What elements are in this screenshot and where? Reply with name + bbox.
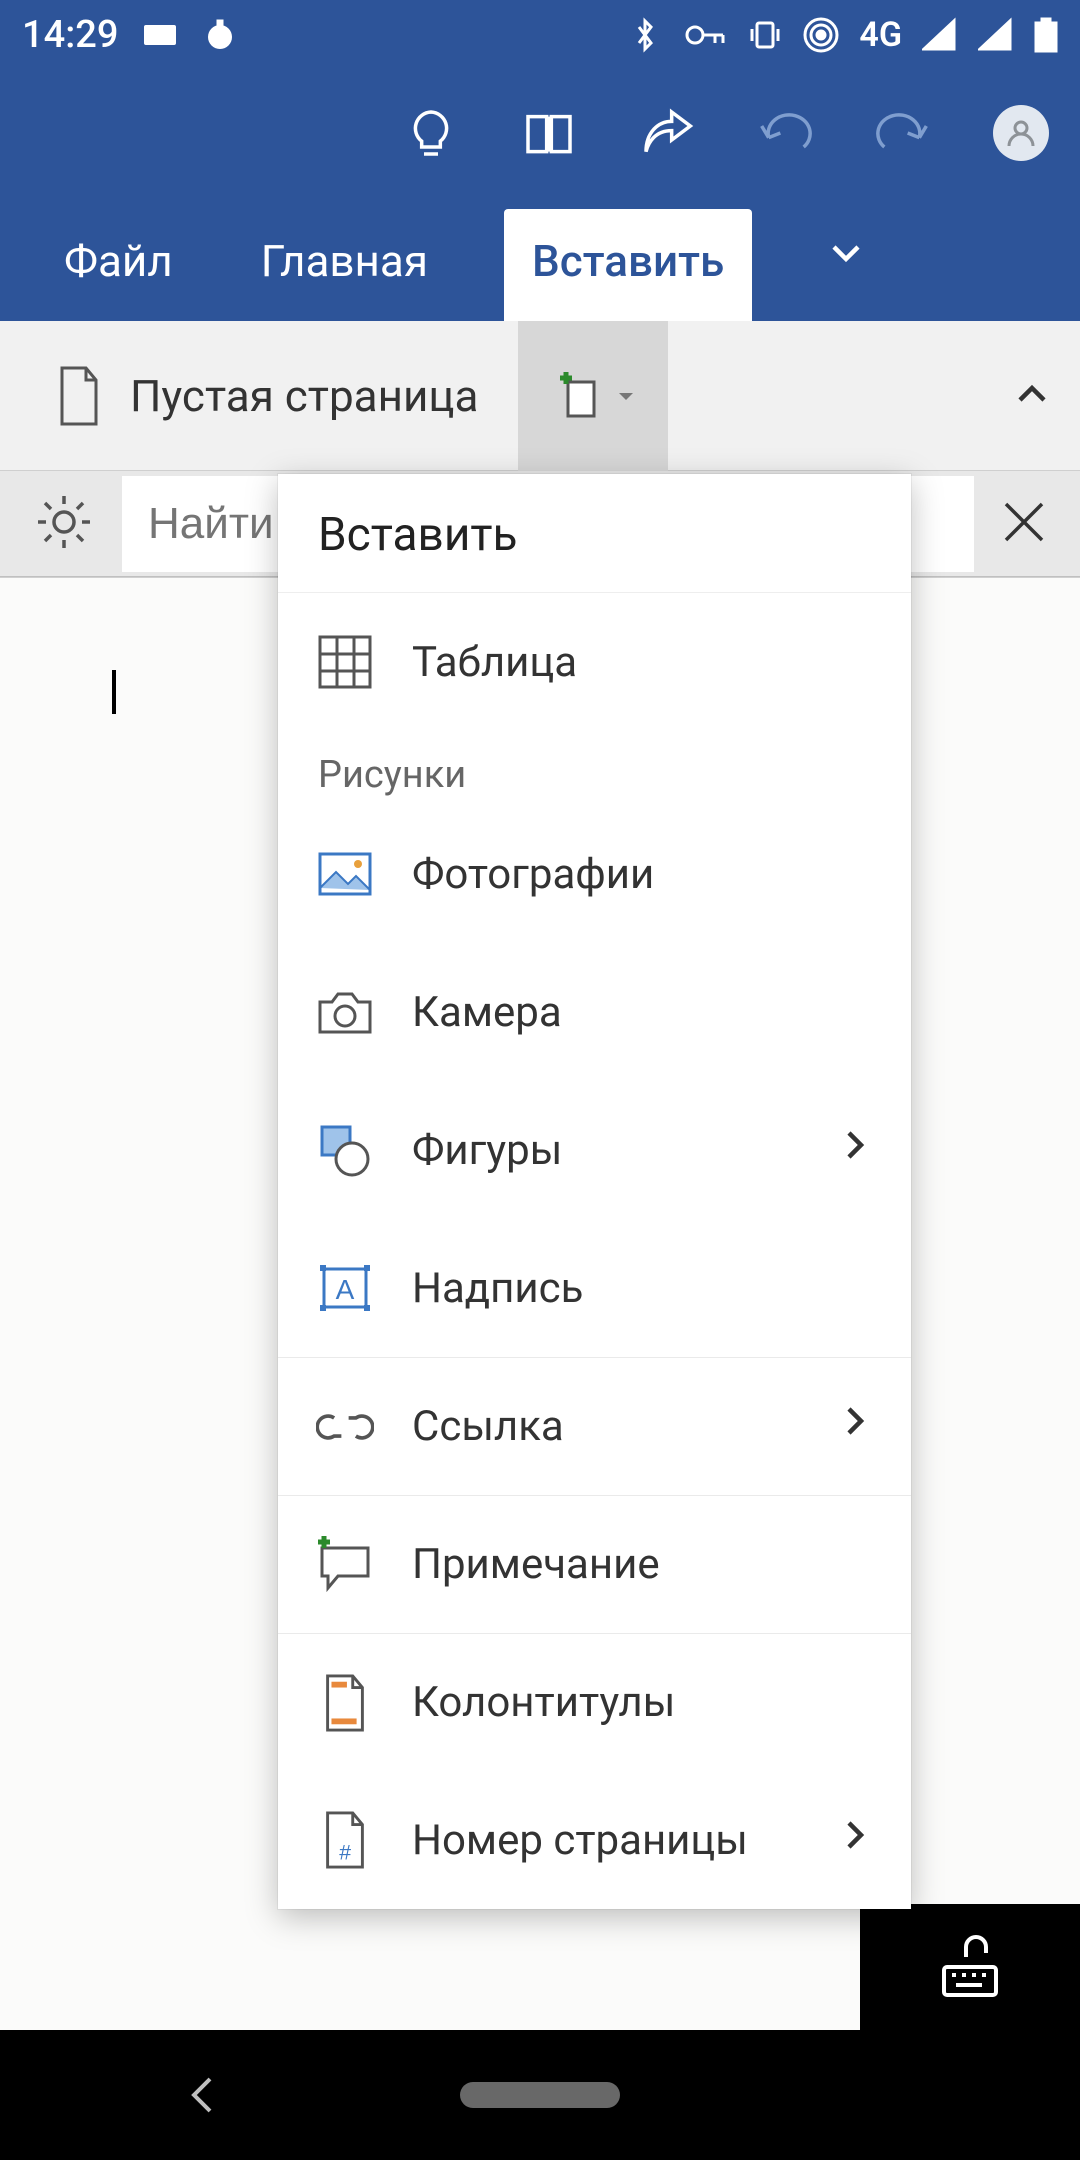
insert-header-footer-label: Колонтитулы [412, 1678, 675, 1727]
text-cursor [112, 670, 116, 714]
comment-icon [316, 1536, 374, 1594]
svg-text:A: A [336, 1274, 355, 1305]
pictures-section-label: Рисунки [278, 731, 911, 805]
photo-icon [316, 845, 374, 903]
insert-photos-label: Фотографии [412, 850, 654, 899]
share-icon [639, 105, 695, 161]
app-notification-icon [202, 17, 238, 53]
redo-icon [875, 105, 931, 161]
find-options-button[interactable] [34, 492, 94, 556]
home-gesture-pill[interactable] [460, 2082, 620, 2108]
textbox-icon: A [316, 1259, 374, 1317]
vpn-key-icon [683, 17, 727, 53]
vibrate-icon [747, 17, 783, 53]
tab-insert[interactable]: Вставить [504, 209, 752, 321]
tab-home[interactable]: Главная [249, 209, 440, 321]
blank-page-label: Пустая страница [130, 370, 478, 422]
gear-icon [34, 492, 94, 552]
bluetooth-icon [627, 17, 663, 53]
chevron-up-icon [1012, 374, 1052, 414]
insert-textbox-label: Надпись [412, 1264, 583, 1313]
signal-icon [922, 17, 958, 53]
chevron-right-icon [835, 1815, 875, 1855]
new-page-icon [550, 368, 606, 424]
dropdown-title: Вставить [278, 474, 911, 593]
insert-camera-item[interactable]: Камера [278, 943, 911, 1081]
insert-table-label: Таблица [412, 638, 577, 687]
insert-textbox-item[interactable]: A Надпись [278, 1219, 911, 1357]
insert-header-footer-item[interactable]: Колонтитулы [278, 1633, 911, 1771]
insert-comment-item[interactable]: Примечание [278, 1495, 911, 1633]
bulb-icon [403, 105, 459, 161]
table-icon [316, 633, 374, 691]
status-network-label: 4G [859, 15, 902, 55]
undo-button[interactable] [752, 100, 818, 166]
keyboard-toggle-button[interactable] [860, 1904, 1080, 2030]
insert-link-item[interactable]: Ссылка [278, 1357, 911, 1495]
shapes-icon [316, 1121, 374, 1179]
collapse-ribbon-button[interactable] [1012, 374, 1052, 418]
book-icon [521, 105, 577, 161]
ideas-button[interactable] [398, 100, 464, 166]
signal-icon-2 [978, 17, 1014, 53]
insert-shapes-item[interactable]: Фигуры [278, 1081, 911, 1219]
undo-icon [757, 105, 813, 161]
insert-page-number-item[interactable]: # Номер страницы [278, 1771, 911, 1909]
tab-file[interactable]: Файл [52, 209, 185, 321]
back-button[interactable] [180, 2073, 224, 2117]
insert-page-split-button[interactable] [518, 321, 668, 471]
redo-button[interactable] [870, 100, 936, 166]
close-icon [996, 494, 1052, 550]
chevron-right-icon [835, 1125, 875, 1165]
insert-table-item[interactable]: Таблица [278, 593, 911, 731]
svg-text:#: # [339, 1840, 351, 1864]
status-clock: 14:29 [22, 13, 118, 57]
blank-page-button[interactable]: Пустая страница [56, 366, 478, 426]
insert-shapes-label: Фигуры [412, 1126, 562, 1175]
read-mode-button[interactable] [516, 100, 582, 166]
insert-photos-item[interactable]: Фотографии [278, 805, 911, 943]
insert-comment-label: Примечание [412, 1540, 660, 1589]
link-icon [316, 1398, 374, 1456]
page-icon [56, 366, 102, 426]
chevron-right-icon [835, 1401, 875, 1441]
camera-icon [316, 983, 374, 1041]
keyboard-lock-icon [936, 1933, 1004, 2001]
status-bar: 14:29 4G [0, 0, 1080, 70]
page-number-icon: # [316, 1811, 374, 1869]
system-nav-bar [0, 2030, 1080, 2160]
tabs-overflow-button[interactable] [826, 233, 866, 321]
battery-icon [1034, 17, 1058, 53]
insert-page-number-label: Номер страницы [412, 1816, 748, 1865]
insert-link-label: Ссылка [412, 1402, 564, 1451]
account-button[interactable] [988, 100, 1054, 166]
avatar-icon [993, 105, 1049, 161]
dropdown-caret-icon [616, 386, 636, 406]
close-find-button[interactable] [974, 494, 1052, 554]
share-button[interactable] [634, 100, 700, 166]
keyboard-icon [142, 17, 178, 53]
ribbon-tabs: Файл Главная Вставить [0, 195, 1080, 321]
app-header [0, 70, 1080, 195]
insert-dropdown: Вставить Таблица Рисунки Фотографии Каме… [278, 474, 911, 1909]
hotspot-icon [803, 17, 839, 53]
header-footer-icon [316, 1674, 374, 1732]
ribbon-row: Пустая страница [0, 321, 1080, 471]
insert-camera-label: Камера [412, 988, 562, 1037]
